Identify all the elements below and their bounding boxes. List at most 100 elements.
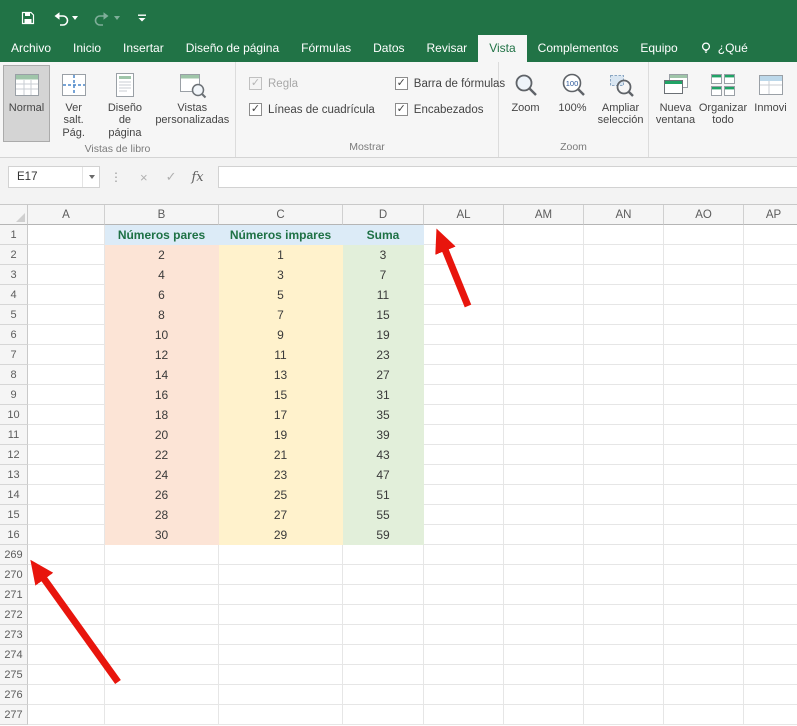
cell-AO13[interactable] (664, 465, 744, 485)
cell-A276[interactable] (28, 685, 105, 705)
cell-AL272[interactable] (424, 605, 504, 625)
cell-C8[interactable]: 13 (219, 365, 343, 385)
cell-AM271[interactable] (504, 585, 584, 605)
row-header-14[interactable]: 14 (0, 485, 28, 505)
row-header-277[interactable]: 277 (0, 705, 28, 725)
row-header-274[interactable]: 274 (0, 645, 28, 665)
cell-B9[interactable]: 16 (105, 385, 219, 405)
select-all-button[interactable] (0, 205, 28, 225)
cell-AP8[interactable] (744, 365, 797, 385)
cell-B271[interactable] (105, 585, 219, 605)
cell-AN2[interactable] (584, 245, 664, 265)
cell-AN1[interactable] (584, 225, 664, 245)
cell-AN15[interactable] (584, 505, 664, 525)
cell-D16[interactable]: 59 (343, 525, 424, 545)
zoom-100-button[interactable]: 100 100% (549, 65, 596, 140)
cell-AN269[interactable] (584, 545, 664, 565)
cell-AL7[interactable] (424, 345, 504, 365)
cell-B4[interactable]: 6 (105, 285, 219, 305)
cell-D270[interactable] (343, 565, 424, 585)
cell-AL5[interactable] (424, 305, 504, 325)
page-break-preview-button[interactable]: Ver salt. Pág. (50, 65, 97, 142)
cell-B277[interactable] (105, 705, 219, 725)
checkbox-regla[interactable]: ✓ Regla (249, 77, 375, 90)
cell-B3[interactable]: 4 (105, 265, 219, 285)
cell-AM275[interactable] (504, 665, 584, 685)
cell-AN14[interactable] (584, 485, 664, 505)
cell-AM14[interactable] (504, 485, 584, 505)
cell-AL275[interactable] (424, 665, 504, 685)
cell-D11[interactable]: 39 (343, 425, 424, 445)
cell-AM16[interactable] (504, 525, 584, 545)
formula-input[interactable] (217, 166, 797, 188)
tab-datos[interactable]: Datos (362, 35, 415, 62)
cell-AM2[interactable] (504, 245, 584, 265)
cell-AL2[interactable] (424, 245, 504, 265)
cell-B6[interactable]: 10 (105, 325, 219, 345)
cell-AP15[interactable] (744, 505, 797, 525)
cell-B274[interactable] (105, 645, 219, 665)
cell-AO14[interactable] (664, 485, 744, 505)
cell-A277[interactable] (28, 705, 105, 725)
cell-AO3[interactable] (664, 265, 744, 285)
cell-C276[interactable] (219, 685, 343, 705)
cell-B270[interactable] (105, 565, 219, 585)
cell-B8[interactable]: 14 (105, 365, 219, 385)
cell-D9[interactable]: 31 (343, 385, 424, 405)
cell-AL13[interactable] (424, 465, 504, 485)
cell-AL15[interactable] (424, 505, 504, 525)
cell-A3[interactable] (28, 265, 105, 285)
cell-C2[interactable]: 1 (219, 245, 343, 265)
cell-AP4[interactable] (744, 285, 797, 305)
cell-AL277[interactable] (424, 705, 504, 725)
cell-AM12[interactable] (504, 445, 584, 465)
cell-A12[interactable] (28, 445, 105, 465)
cell-C5[interactable]: 7 (219, 305, 343, 325)
row-header-270[interactable]: 270 (0, 565, 28, 585)
cell-B275[interactable] (105, 665, 219, 685)
cell-A11[interactable] (28, 425, 105, 445)
cell-D274[interactable] (343, 645, 424, 665)
tab-complementos[interactable]: Complementos (527, 35, 630, 62)
cell-AL6[interactable] (424, 325, 504, 345)
cell-A9[interactable] (28, 385, 105, 405)
name-box[interactable]: E17 (8, 166, 100, 188)
row-header-15[interactable]: 15 (0, 505, 28, 525)
cell-C272[interactable] (219, 605, 343, 625)
tab-vista[interactable]: Vista (478, 35, 527, 62)
cell-B11[interactable]: 20 (105, 425, 219, 445)
cell-AN8[interactable] (584, 365, 664, 385)
cell-AM7[interactable] (504, 345, 584, 365)
row-header-10[interactable]: 10 (0, 405, 28, 425)
cell-AO269[interactable] (664, 545, 744, 565)
row-header-13[interactable]: 13 (0, 465, 28, 485)
cell-AO270[interactable] (664, 565, 744, 585)
cell-B269[interactable] (105, 545, 219, 565)
cell-A270[interactable] (28, 565, 105, 585)
cell-D5[interactable]: 15 (343, 305, 424, 325)
cell-A272[interactable] (28, 605, 105, 625)
cell-C273[interactable] (219, 625, 343, 645)
cell-AL4[interactable] (424, 285, 504, 305)
cell-AP7[interactable] (744, 345, 797, 365)
zoom-button[interactable]: Zoom (502, 65, 549, 140)
cell-AP2[interactable] (744, 245, 797, 265)
row-header-275[interactable]: 275 (0, 665, 28, 685)
cell-B12[interactable]: 22 (105, 445, 219, 465)
cell-B13[interactable]: 24 (105, 465, 219, 485)
cell-C10[interactable]: 17 (219, 405, 343, 425)
cell-AP272[interactable] (744, 605, 797, 625)
cell-AP6[interactable] (744, 325, 797, 345)
zoom-to-selection-button[interactable]: Ampliar selección (596, 65, 645, 140)
cell-A10[interactable] (28, 405, 105, 425)
cell-B272[interactable] (105, 605, 219, 625)
cell-C270[interactable] (219, 565, 343, 585)
cell-AM6[interactable] (504, 325, 584, 345)
cell-AP271[interactable] (744, 585, 797, 605)
cell-D8[interactable]: 27 (343, 365, 424, 385)
cell-AM270[interactable] (504, 565, 584, 585)
cell-AP273[interactable] (744, 625, 797, 645)
col-header-AM[interactable]: AM (504, 205, 584, 225)
cell-AL1[interactable] (424, 225, 504, 245)
row-header-272[interactable]: 272 (0, 605, 28, 625)
